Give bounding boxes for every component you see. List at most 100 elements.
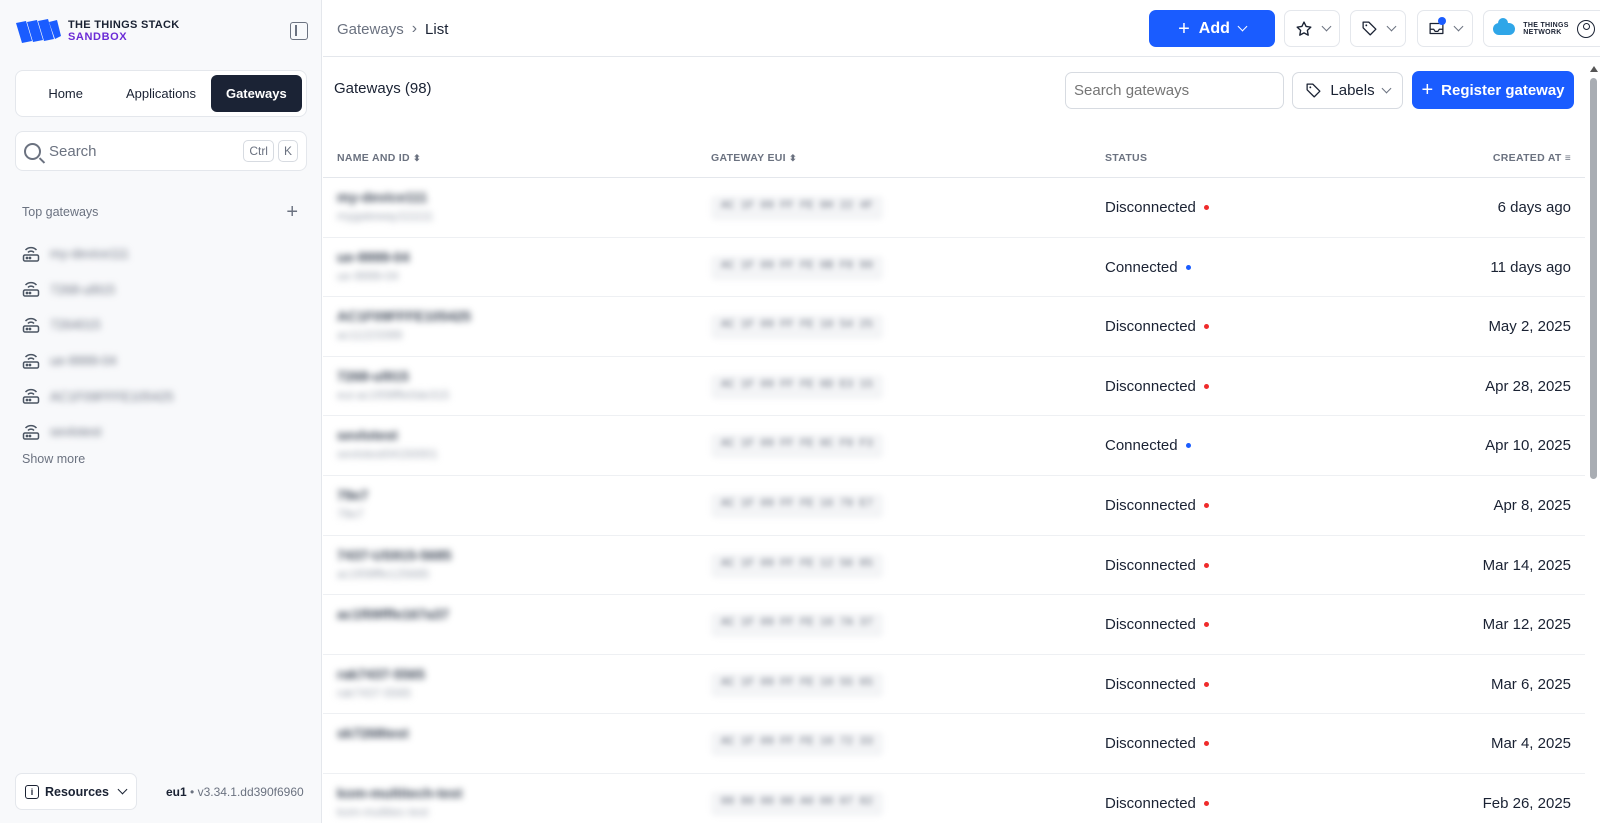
nav-gateways[interactable]: Gateways [210, 75, 302, 112]
add-label: Add [1198, 19, 1230, 37]
gateway-name-cell: ac1f09fffe167a37 [337, 606, 449, 626]
created-at: Mar 4, 2025 [1490, 735, 1571, 753]
gateway-icon [22, 389, 40, 404]
gateway-eui: AC 1F 09 FF FE 16 72 33 [711, 732, 883, 757]
gateway-status: Disconnected [1105, 318, 1209, 335]
breadcrumb-gateways[interactable]: Gateways [337, 21, 404, 38]
col-name-and-id[interactable]: NAME AND ID ⬍ [337, 152, 421, 164]
nav-home[interactable]: Home [20, 75, 111, 112]
collapse-sidebar-icon[interactable] [290, 22, 308, 40]
tags-button[interactable] [1350, 10, 1406, 47]
logo[interactable]: THE THINGS STACK SANDBOX [14, 17, 180, 45]
status-dot [1185, 264, 1191, 270]
show-more-link[interactable]: Show more [22, 452, 85, 466]
gateway-name: 79e7 [337, 486, 369, 503]
gateway-name-cell: ue-9999-04 ue-9999-04 [337, 249, 409, 283]
top-gateway-item[interactable]: my-device111 [22, 236, 174, 272]
gateway-eui: AC 1F 09 FF FE 12 56 85 [711, 553, 883, 578]
top-gateway-item[interactable]: 7268-ul915 [22, 272, 174, 308]
gateway-eui: AC 1F 09 FF FE 10 54 25 [711, 315, 883, 340]
resources-button[interactable]: i Resources [15, 773, 137, 810]
top-gateway-item[interactable]: AC1F09FFFE105425 [22, 378, 174, 414]
gateway-eui: 00 80 00 00 A0 00 07 82 [711, 791, 883, 816]
top-gateway-item[interactable]: 7264015 [22, 307, 174, 343]
status-dot [1203, 622, 1209, 628]
top-gateways-title: Top gateways [22, 205, 99, 219]
status-dot [1203, 502, 1209, 508]
table-row[interactable]: AC1F09FFFE105425 ac11223399 AC 1F 09 FF FE… [323, 297, 1585, 357]
gateway-icon [22, 282, 40, 298]
gateway-name: my-device111 [337, 189, 428, 205]
sort-icon: ⬍ [413, 153, 421, 163]
status-text: Disconnected [1105, 377, 1196, 395]
created-at: Mar 12, 2025 [1482, 616, 1571, 634]
gateway-name: sk7268test [337, 725, 409, 742]
table-row[interactable]: ue-9999-04 ue-9999-04 AC 1F 09 FF FE 0B F8… [323, 238, 1585, 298]
sidebar: THE THINGS STACK SANDBOX Home Applicatio… [0, 0, 322, 823]
gateway-id: kom-multitec-test [337, 804, 429, 819]
table-row[interactable]: kom-multitech-test kom-multitec-test 00 80… [323, 774, 1585, 823]
gateway-name-cell: my-device111 mygateway111111 [337, 189, 433, 223]
top-gateway-name: AC1F09FFFE105425 [50, 388, 174, 404]
top-gateway-item[interactable]: sevlotest [22, 414, 174, 450]
gateway-name: 7437-US915-5685 [337, 546, 452, 563]
breadcrumb-list: List [425, 20, 449, 38]
gateways-table: NAME AND ID ⬍ GATEWAY EUI ⬍ STATUS CREAT… [323, 138, 1585, 823]
table-row[interactable]: rak7437-5565 rak7437-5565 AC 1F 09 FF FE 1… [323, 655, 1585, 715]
status-dot [1203, 741, 1209, 747]
register-gateway-button[interactable]: + Register gateway [1412, 71, 1574, 109]
gateway-id: 79e7 [337, 506, 364, 521]
scrollbar[interactable] [1587, 60, 1600, 823]
sidebar-search[interactable]: Search Ctrl K [15, 131, 307, 171]
table-row[interactable]: ac1f09fffe167a37 AC 1F 09 FF FE 16 7A 37 D… [323, 595, 1585, 655]
shortcut-key-ctrl: Ctrl [243, 140, 274, 162]
add-button[interactable]: + Add [1149, 10, 1275, 47]
chevron-right-icon: › [411, 20, 418, 37]
table-row[interactable]: sevlotest sevlotest04150001 AC 1F 09 FF FE… [323, 416, 1585, 476]
search-icon [24, 142, 41, 160]
tag-icon [1306, 83, 1321, 98]
gateway-status: Disconnected [1105, 676, 1209, 693]
top-gateway-name: sevlotest [50, 424, 102, 440]
top-gateway-item[interactable]: ue-9999-04 [22, 343, 174, 379]
account-menu-button[interactable]: THE THINGS NETWORK [1483, 10, 1600, 47]
top-gateway-name: my-device111 [50, 246, 129, 262]
gateway-name-cell: sevlotest sevlotest04150001 [337, 427, 438, 461]
scroll-up-arrow-icon[interactable] [1590, 66, 1598, 72]
gateway-name: ue-9999-04 [337, 248, 410, 265]
gateway-name-cell: 7437-US915-5685 ac1f09fffe125685 [337, 547, 451, 581]
chevron-down-icon [1237, 21, 1248, 32]
gateway-status: Disconnected [1105, 616, 1209, 633]
shortcut-key-k: K [277, 140, 298, 162]
chevron-down-icon [1386, 21, 1397, 32]
user-icon [1576, 19, 1595, 38]
table-row[interactable]: 79e7 79e7 AC 1F 09 FF FE 16 79 E7 Disconnec… [323, 476, 1585, 536]
breadcrumb: Gateways › List [337, 20, 448, 38]
gateway-id: ac11223399 [337, 328, 403, 343]
gateway-status: Connected [1105, 437, 1191, 454]
col-gateway-eui[interactable]: GATEWAY EUI ⬍ [711, 152, 797, 164]
gateway-name: AC1F09FFFE105425 [337, 308, 471, 325]
gateway-eui: AC 1F 09 FF FE 16 7A 37 [711, 613, 883, 638]
table-row[interactable]: my-device111 mygateway111111 AC 1F 09 FF F… [323, 178, 1585, 238]
scrollbar-thumb[interactable] [1590, 78, 1597, 479]
main-nav: Home Applications Gateways [15, 70, 307, 117]
notifications-button[interactable] [1417, 10, 1473, 47]
search-gateways-input[interactable] [1065, 72, 1284, 109]
bookmarks-button[interactable] [1284, 10, 1340, 47]
sort-desc-icon: ≡ [1564, 153, 1571, 164]
table-row[interactable]: sk7268test AC 1F 09 FF FE 16 72 33 Disconn… [323, 714, 1585, 774]
gateway-icon [22, 317, 40, 333]
add-top-gateway-icon[interactable]: + [286, 202, 298, 222]
table-row[interactable]: 7437-US915-5685 ac1f09fffe125685 AC 1F 09 … [323, 536, 1585, 596]
nav-applications[interactable]: Applications [115, 75, 206, 112]
gateway-id: sevlotest04150001 [337, 447, 438, 462]
col-created-at[interactable]: CREATED AT ≡ [1493, 152, 1571, 164]
status-text: Disconnected [1105, 735, 1196, 753]
labels-filter-button[interactable]: Labels [1292, 72, 1403, 109]
created-at: May 2, 2025 [1488, 318, 1571, 336]
labels-button-label: Labels [1330, 82, 1375, 99]
top-gateway-name: 7268-ul915 [50, 281, 116, 297]
table-row[interactable]: 7268-ul915 eui-ac1f09fffe0de315 AC 1F 09 F… [323, 357, 1585, 417]
status-dot [1185, 443, 1191, 449]
